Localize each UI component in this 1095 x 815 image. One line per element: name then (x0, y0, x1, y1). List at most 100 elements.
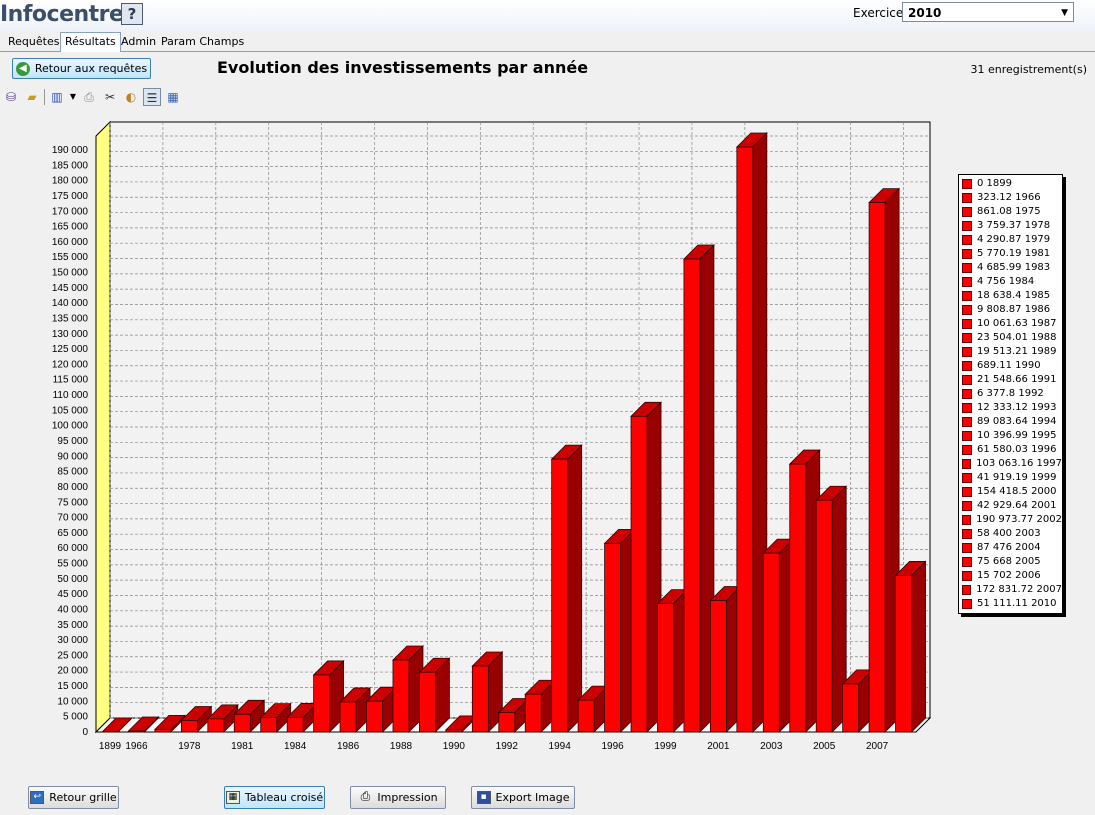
legend-swatch (962, 263, 972, 273)
legend-item: 21 548.66 1991 (962, 373, 1062, 387)
y-tick-label: 125 000 (52, 344, 89, 355)
back-grid-button[interactable]: ↩ Retour grille (28, 786, 119, 809)
chart-toolbar: ⛁ ▰ ▥ ▼ ⎙ ✂ ◐ ☰ ▦ (2, 87, 182, 107)
legend-item: 4 290.87 1979 (962, 233, 1062, 247)
y-tick-label: 5 000 (63, 712, 88, 723)
x-tick-label: 2005 (813, 741, 836, 752)
y-tick-label: 0 (82, 727, 88, 738)
legend-item: 4 756 1984 (962, 275, 1062, 289)
legend-label: 323.12 1966 (977, 192, 1041, 203)
legend-label: 4 290.87 1979 (977, 234, 1051, 245)
bar (815, 499, 833, 733)
y-tick-label: 35 000 (57, 620, 88, 631)
bar-side (567, 444, 583, 733)
bar (868, 202, 886, 733)
print-button[interactable]: ⎙ Impression (350, 786, 446, 809)
y-tick-label: 135 000 (52, 313, 89, 324)
chevron-down-icon: ▼ (1061, 8, 1068, 18)
back-to-queries-button[interactable]: ◀ Retour aux requêtes (12, 58, 151, 79)
legend-item: 3 759.37 1978 (962, 219, 1062, 233)
y-tick-label: 180 000 (52, 176, 89, 187)
y-tick-label: 145 000 (52, 283, 89, 294)
y-tick-label: 20 000 (57, 666, 88, 677)
legend-item: 42 929.64 2001 (962, 499, 1062, 513)
bar (128, 730, 145, 733)
exercice-label: Exercice (853, 6, 904, 20)
legend-item: 41 919.19 1999 (962, 471, 1062, 485)
legend-label: 10 396.99 1995 (977, 430, 1057, 441)
legend-swatch (962, 305, 972, 315)
dropdown-arrow-icon[interactable]: ▼ (69, 88, 77, 106)
legend-label: 10 061.63 1987 (977, 318, 1057, 329)
legend-swatch (962, 249, 972, 259)
y-tick-label: 120 000 (52, 359, 89, 370)
bar (471, 665, 489, 733)
legend-label: 75 668 2005 (977, 556, 1041, 567)
back-grid-icon: ↩ (30, 791, 45, 804)
legend-item: 172 831.72 2007 (962, 583, 1062, 597)
legend-item: 103 063.16 1997 (962, 457, 1062, 471)
tab-requetes[interactable]: Requêtes (4, 33, 63, 50)
legend-item: 0 1899 (962, 177, 1062, 191)
exercice-select[interactable]: 2010 ▼ (902, 2, 1074, 22)
legend-item: 9 808.87 1986 (962, 303, 1062, 317)
table-icon: ▦ (225, 791, 240, 804)
database-icon[interactable]: ⛁ (2, 88, 20, 106)
legend-swatch (962, 599, 972, 609)
exercice-value: 2010 (908, 6, 942, 20)
y-tick-label: 185 000 (52, 160, 89, 171)
open-folder-icon[interactable]: ▰ (23, 88, 41, 106)
palette-icon[interactable]: ◐ (122, 88, 140, 106)
legend-swatch (962, 319, 972, 329)
help-button[interactable]: ? (121, 3, 143, 25)
legend-item: 6 377.8 1992 (962, 387, 1062, 401)
legend-label: 42 929.64 2001 (977, 500, 1057, 511)
legend-label: 4 756 1984 (977, 276, 1035, 287)
legend-item: 87 476 2004 (962, 541, 1062, 555)
x-tick-label: 1992 (496, 741, 519, 752)
legend-toggle-icon[interactable]: ☰ (143, 88, 161, 106)
legend-item: 58 400 2003 (962, 527, 1062, 541)
legend-label: 51 111.11 2010 (977, 598, 1057, 609)
legend-item: 18 638.4 1985 (962, 289, 1062, 303)
legend-swatch (962, 221, 972, 231)
tab-admin[interactable]: Admin (117, 33, 160, 50)
x-tick-label: 2007 (866, 741, 889, 752)
y-tick-label: 155 000 (52, 252, 89, 263)
back-to-queries-label: Retour aux requêtes (34, 62, 148, 75)
crosstab-button[interactable]: ▦ Tableau croisé (224, 786, 325, 809)
scissors-icon[interactable]: ✂ (101, 88, 119, 106)
y-tick-label: 50 000 (57, 574, 88, 585)
legend-item: 23 504.01 1988 (962, 331, 1062, 345)
bar (524, 693, 542, 733)
grid-icon[interactable]: ▦ (164, 88, 182, 106)
bar (762, 552, 780, 733)
legend-item: 323.12 1966 (962, 191, 1062, 205)
legend-swatch (962, 291, 972, 301)
export-image-label: Export Image (495, 791, 570, 804)
y-tick-label: 45 000 (57, 589, 88, 600)
export-image-button[interactable]: ▪ Export Image (471, 786, 575, 809)
chart-legend: 0 1899 323.12 1966 861.08 1975 3 759.37 197… (958, 174, 1063, 614)
y-tick-label: 110 000 (53, 390, 89, 401)
bar-side (911, 560, 926, 733)
y-tick-label: 30 000 (57, 635, 88, 646)
legend-swatch (962, 347, 972, 357)
bar-chart-icon[interactable]: ▥ (48, 88, 66, 106)
bar (286, 717, 304, 733)
bar (392, 659, 410, 733)
printer-icon[interactable]: ⎙ (80, 88, 98, 106)
legend-label: 61 580.03 1996 (977, 444, 1057, 455)
legend-label: 103 063.16 1997 (976, 458, 1062, 469)
legend-swatch (962, 445, 972, 455)
bar (551, 458, 569, 733)
legend-swatch (962, 179, 972, 189)
tab-resultats[interactable]: Résultats (60, 32, 121, 52)
bar (895, 575, 912, 733)
bar (366, 700, 383, 733)
bar (339, 701, 357, 733)
legend-swatch (962, 361, 972, 371)
tab-param-champs[interactable]: Param Champs (157, 33, 248, 50)
y-tick-label: 85 000 (57, 467, 88, 478)
y-tick-label: 130 000 (52, 329, 89, 340)
